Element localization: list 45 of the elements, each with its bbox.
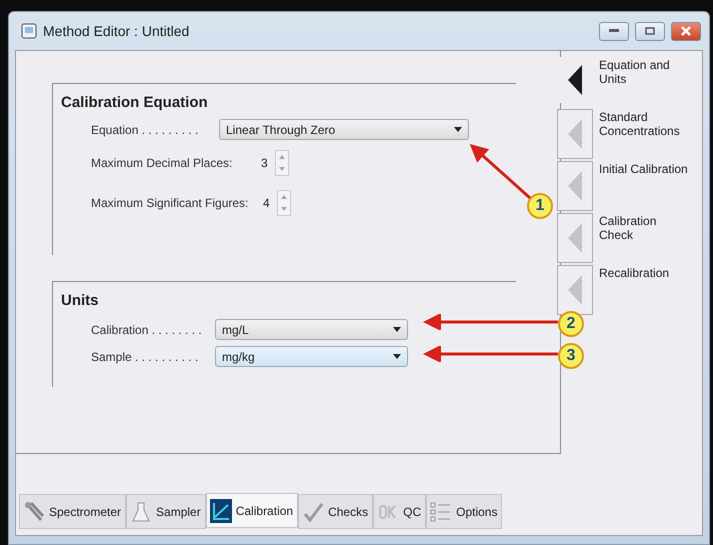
field-label: Maximum Decimal Places: bbox=[91, 156, 234, 170]
maximize-button[interactable] bbox=[635, 22, 665, 40]
spinner-arrows[interactable] bbox=[277, 190, 291, 216]
bottom-tab[interactable]: QC bbox=[373, 494, 426, 529]
close-button[interactable] bbox=[671, 22, 701, 40]
caret-icon bbox=[393, 354, 401, 359]
bottom-tab[interactable]: Options bbox=[426, 494, 502, 529]
tools-icon bbox=[23, 500, 45, 524]
caret-icon bbox=[454, 127, 462, 132]
minimize-icon bbox=[609, 29, 619, 33]
caret-icon bbox=[393, 327, 401, 332]
triangle-icon bbox=[568, 275, 582, 305]
side-tab-label[interactable]: Recalibration bbox=[593, 265, 691, 317]
spinner-value[interactable]: 4 bbox=[263, 196, 277, 210]
bottom-tab[interactable]: Calibration bbox=[206, 493, 298, 528]
bottom-tab[interactable]: Sampler bbox=[126, 494, 206, 529]
group-heading: Units bbox=[61, 292, 100, 309]
triangle-icon bbox=[568, 223, 582, 253]
field-label: Calibration . . . . . . . . bbox=[91, 322, 203, 336]
bottom-tab[interactable]: Spectrometer bbox=[19, 494, 126, 529]
triangle-icon bbox=[568, 119, 582, 149]
flask-icon bbox=[130, 500, 152, 524]
maximize-icon bbox=[645, 27, 655, 35]
field-label: Equation . . . . . . . . . bbox=[91, 122, 200, 136]
unit-dropdown[interactable]: mg/kg bbox=[215, 346, 408, 367]
field-label: Maximum Significant Figures: bbox=[91, 196, 250, 210]
side-tab-label[interactable]: Standard Concentrations bbox=[593, 109, 691, 161]
equation-dropdown[interactable]: Linear Through Zero bbox=[219, 119, 469, 140]
spinner-arrows[interactable] bbox=[275, 150, 289, 176]
close-icon bbox=[681, 26, 691, 36]
triangle-icon bbox=[568, 65, 582, 95]
window-title: Method Editor : Untitled bbox=[43, 23, 190, 39]
list-icon bbox=[430, 500, 452, 524]
graph-icon bbox=[210, 498, 232, 522]
side-tab-label[interactable]: Equation and Units bbox=[593, 57, 691, 109]
side-tab-label[interactable]: Calibration Check bbox=[593, 213, 691, 265]
spinner-value[interactable]: 3 bbox=[261, 156, 275, 170]
bottom-tab[interactable]: Checks bbox=[298, 494, 374, 529]
side-tab-label[interactable]: Initial Calibration bbox=[593, 161, 691, 213]
group-heading: Calibration Equation bbox=[61, 94, 209, 111]
field-label: Sample . . . . . . . . . . bbox=[91, 350, 200, 364]
triangle-icon bbox=[568, 171, 582, 201]
app-icon bbox=[21, 23, 37, 39]
minimize-button[interactable] bbox=[599, 22, 629, 40]
unit-dropdown[interactable]: mg/L bbox=[215, 319, 408, 340]
